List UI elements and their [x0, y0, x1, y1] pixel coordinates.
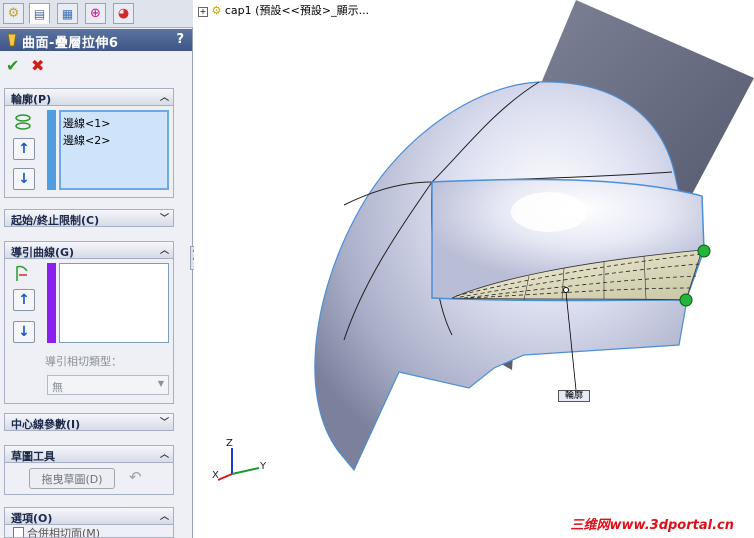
- merge-tangent-label: 合併相切面(M): [27, 527, 101, 538]
- tab-property-manager[interactable]: ▤: [29, 3, 50, 24]
- profile-section-title: 輪廓(P): [11, 93, 52, 106]
- guide-curve-icon: [16, 265, 28, 281]
- tangency-type-select[interactable]: 無 ▼: [47, 375, 169, 395]
- guide-curves-section-header[interactable]: 導引曲線(G) ︿: [4, 241, 174, 259]
- options-section-body: 合併相切面(M): [4, 525, 174, 538]
- tab-configuration-manager[interactable]: ▦: [57, 3, 78, 24]
- tab-display-manager[interactable]: ◕: [113, 3, 134, 24]
- guide-curves-section-body: ↑ ↓ 導引相切類型： 無 ▼: [4, 259, 174, 404]
- sketch-tools-section-title: 草圖工具: [11, 450, 55, 463]
- tree-root-label: cap1 (預設<<預設>_顯示...: [224, 4, 370, 17]
- configuration-manager-icon: ▦: [61, 6, 74, 21]
- guide-curves-section-title: 導引曲線(G): [11, 246, 75, 259]
- arrow-down-icon: ↓: [18, 171, 30, 187]
- collapse-chevron-icon: ︿: [159, 246, 169, 256]
- watermark-text: 三维网www.3dportal.cn: [570, 518, 734, 533]
- list-item[interactable]: 邊線<1>: [61, 112, 167, 131]
- tab-dimxpert[interactable]: ⊕: [85, 3, 106, 24]
- ok-button[interactable]: ✔: [6, 56, 19, 75]
- arrow-down-icon: ↓: [18, 324, 30, 340]
- connector-handle[interactable]: [679, 293, 693, 307]
- watermark: 三维网www.3dportal.cn: [571, 514, 734, 533]
- start-end-section-title: 起始/終止限制(C): [11, 214, 100, 227]
- drag-sketch-button[interactable]: 拖曳草圖(D): [29, 468, 115, 489]
- tangency-type-label: 導引相切類型：: [45, 355, 122, 368]
- sketch-tools-section-header[interactable]: 草圖工具 ︿: [4, 445, 174, 463]
- profile-callout[interactable]: 輪廓: [558, 390, 590, 402]
- move-up-button[interactable]: ↑: [13, 289, 35, 311]
- feature-title: 曲面-疊層拉伸6: [22, 36, 119, 51]
- display-manager-icon: ◕: [117, 6, 130, 21]
- options-section-header[interactable]: 選項(O) ︿: [4, 507, 174, 525]
- merge-tangent-checkbox[interactable]: [13, 527, 24, 537]
- profile-section-body: ↑ ↓ 邊線<1> 邊線<2>: [4, 106, 174, 198]
- triad-y-label: Y: [260, 461, 267, 472]
- chevron-down-icon: ▼: [157, 379, 164, 388]
- profile-selection-list[interactable]: 邊線<1> 邊線<2>: [59, 110, 169, 190]
- centerline-section-header[interactable]: 中心線參數(I) ﹀: [4, 413, 174, 431]
- guide-curves-list[interactable]: [59, 263, 169, 343]
- profile-section-header[interactable]: 輪廓(P) ︿: [4, 88, 174, 106]
- visor-highlight: [511, 192, 587, 232]
- move-down-button[interactable]: ↓: [13, 321, 35, 343]
- selection-color-bar: [47, 110, 56, 190]
- connector-handle[interactable]: [697, 244, 711, 258]
- manager-tabs: ⚙ ▤ ▦ ⊕ ◕: [0, 0, 193, 28]
- options-section-title: 選項(O): [11, 512, 53, 525]
- list-item[interactable]: 邊線<2>: [61, 131, 167, 148]
- expand-chevron-icon: ﹀: [159, 214, 169, 224]
- collapse-chevron-icon: ︿: [159, 93, 169, 103]
- move-up-button[interactable]: ↑: [13, 138, 35, 160]
- start-end-section-header[interactable]: 起始/終止限制(C) ﹀: [4, 209, 174, 227]
- triad-x-label: X: [212, 470, 219, 481]
- centerline-section-title: 中心線參數(I): [11, 418, 81, 431]
- move-down-button[interactable]: ↓: [13, 168, 35, 190]
- profile-icon: [15, 114, 31, 130]
- triad-z-label: Z: [226, 438, 233, 449]
- feature-manager-icon: ⚙: [7, 6, 20, 21]
- loft-surface-icon: [7, 33, 17, 47]
- property-manager-icon: ▤: [33, 6, 46, 21]
- arrow-up-icon: ↑: [18, 141, 30, 157]
- tab-feature-manager[interactable]: ⚙: [3, 3, 24, 24]
- help-button[interactable]: ?: [176, 32, 184, 47]
- part-icon: ⚙: [211, 4, 222, 17]
- sketch-tools-section-body: 拖曳草圖(D) ↶: [4, 463, 174, 495]
- collapse-chevron-icon: ︿: [159, 512, 169, 522]
- tangency-type-value: 無: [52, 381, 63, 394]
- expand-plus-icon[interactable]: +: [198, 7, 208, 17]
- expand-chevron-icon: ﹀: [159, 418, 169, 428]
- guide-color-bar: [47, 263, 56, 343]
- graphics-viewport[interactable]: + ⚙ cap1 (預設<<預設>_顯示... 輪廓 Z Y X 三维网www.…: [194, 0, 754, 538]
- dimxpert-icon: ⊕: [90, 6, 101, 21]
- callout-label: 輪廓: [564, 391, 583, 401]
- arrow-up-icon: ↑: [18, 292, 30, 308]
- model-canvas: [314, 0, 754, 472]
- collapse-chevron-icon: ︿: [159, 450, 169, 460]
- feature-tree-flyout[interactable]: + ⚙ cap1 (預設<<預設>_顯示...: [198, 2, 369, 18]
- undo-icon[interactable]: ↶: [129, 468, 142, 486]
- cancel-button[interactable]: ✖: [31, 56, 44, 75]
- property-manager-panel: ⚙ ▤ ▦ ⊕ ◕ 曲面-疊層拉伸6 ? ✔ ✖ 輪廓(P) ︿ ↑ ↓ 邊線<…: [0, 0, 197, 538]
- feature-header: 曲面-疊層拉伸6 ?: [0, 29, 192, 51]
- callout-anchor: [563, 287, 569, 293]
